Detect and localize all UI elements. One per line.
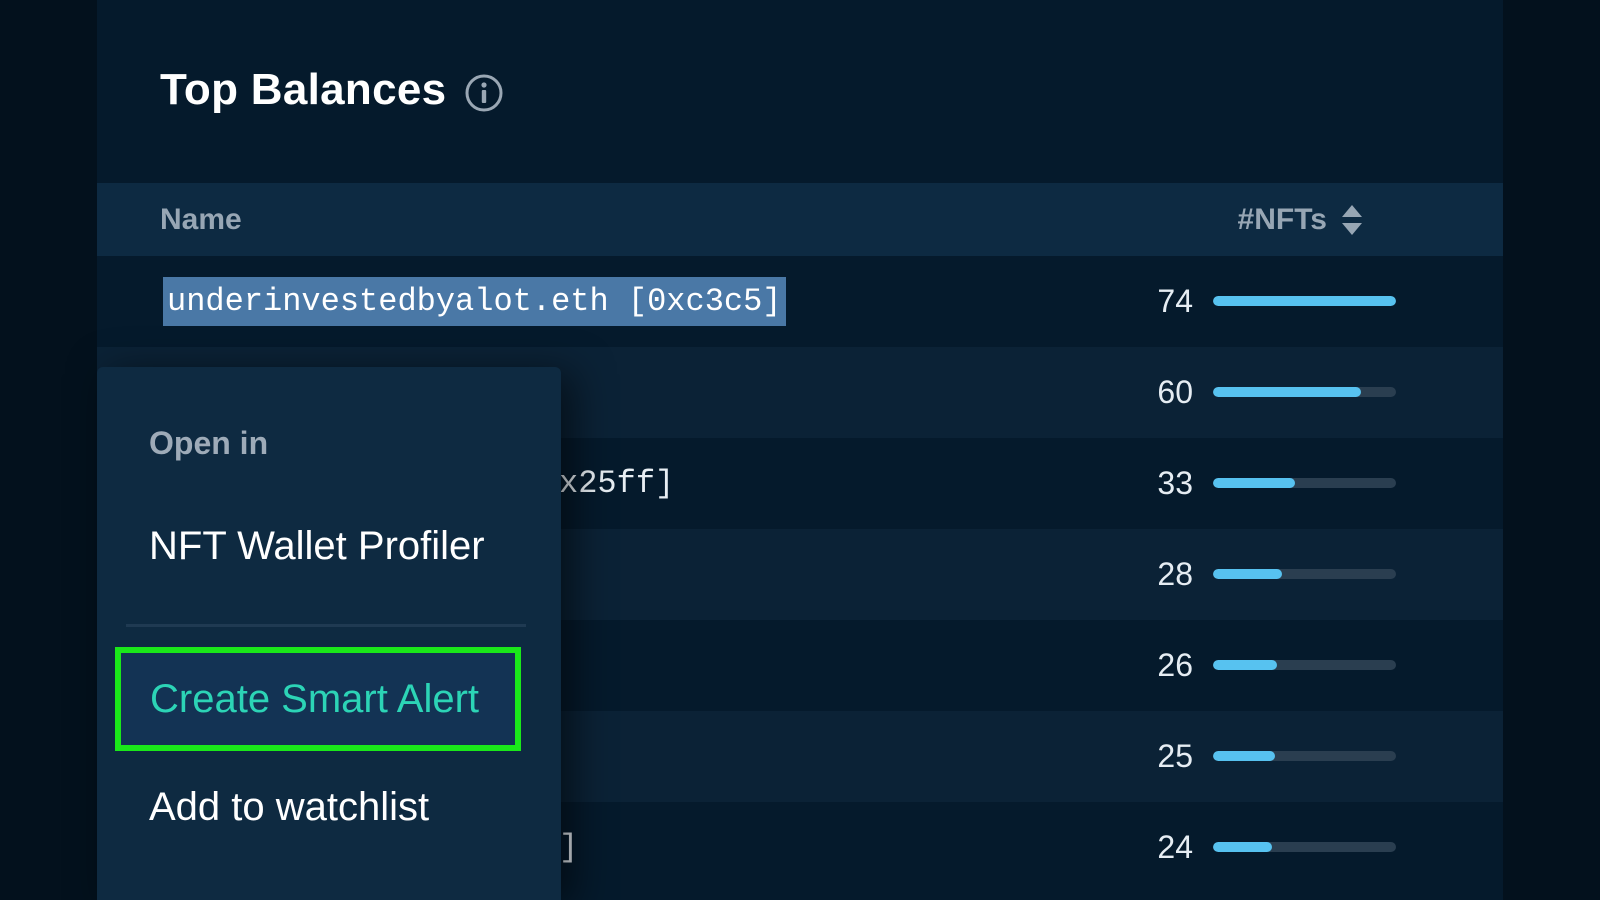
selected-name-text: underinvestedbyalot.eth [0xc3c5]	[163, 277, 786, 326]
row-name-cell[interactable]: underinvestedbyalot.eth [0xc3c5]	[163, 256, 786, 347]
row-bar-track	[1213, 842, 1396, 852]
row-bar-fill	[1213, 478, 1295, 488]
panel-header: Top Balances	[160, 60, 504, 120]
row-count: 26	[1157, 647, 1193, 683]
row-name-cell[interactable]: ]	[559, 802, 578, 893]
menu-item-nft-wallet-profiler[interactable]: NFT Wallet Profiler	[149, 524, 485, 569]
row-bar-track	[1213, 387, 1396, 397]
table-header: Name #NFTs	[97, 183, 1503, 256]
create-smart-alert-label: Create Smart Alert	[150, 677, 480, 721]
row-bar-fill	[1213, 842, 1273, 852]
row-bar-track	[1213, 569, 1396, 579]
column-header-name[interactable]: Name	[160, 183, 242, 256]
row-bar-fill	[1213, 387, 1362, 397]
info-circle-icon[interactable]	[464, 73, 504, 113]
row-count: 33	[1157, 465, 1193, 501]
row-count: 60	[1157, 374, 1193, 410]
menu-item-create-smart-alert[interactable]: Create Smart Alert	[115, 647, 521, 751]
row-bar-track	[1213, 751, 1396, 761]
row-count: 28	[1157, 556, 1193, 592]
row-name-cell[interactable]: x25ff]	[559, 438, 674, 529]
row-bar-fill	[1213, 660, 1278, 670]
row-bar-fill	[1213, 569, 1283, 579]
row-name-text: x25ff]	[559, 465, 675, 502]
column-header-nfts[interactable]: #NFTs	[1238, 183, 1363, 256]
menu-header-open-in: Open in	[149, 425, 269, 461]
context-menu: Open in NFT Wallet Profiler Create Smart…	[97, 367, 561, 900]
panel-title: Top Balances	[160, 65, 447, 114]
row-name-text: ]	[559, 829, 579, 866]
column-header-nfts-label: #NFTs	[1237, 202, 1327, 236]
row-bar-track	[1213, 660, 1396, 670]
row-count: 74	[1157, 283, 1193, 319]
row-bar-fill	[1213, 296, 1396, 306]
row-bar-track	[1213, 478, 1396, 488]
sort-arrows-icon[interactable]	[1341, 203, 1363, 237]
row-count: 24	[1157, 829, 1193, 865]
menu-divider	[126, 624, 526, 627]
menu-item-add-to-watchlist[interactable]: Add to watchlist	[149, 785, 429, 830]
row-bar-fill	[1213, 751, 1275, 761]
table-row[interactable]: underinvestedbyalot.eth [0xc3c5] 74	[97, 256, 1503, 347]
row-count: 25	[1157, 738, 1193, 774]
row-bar-track	[1213, 296, 1396, 306]
